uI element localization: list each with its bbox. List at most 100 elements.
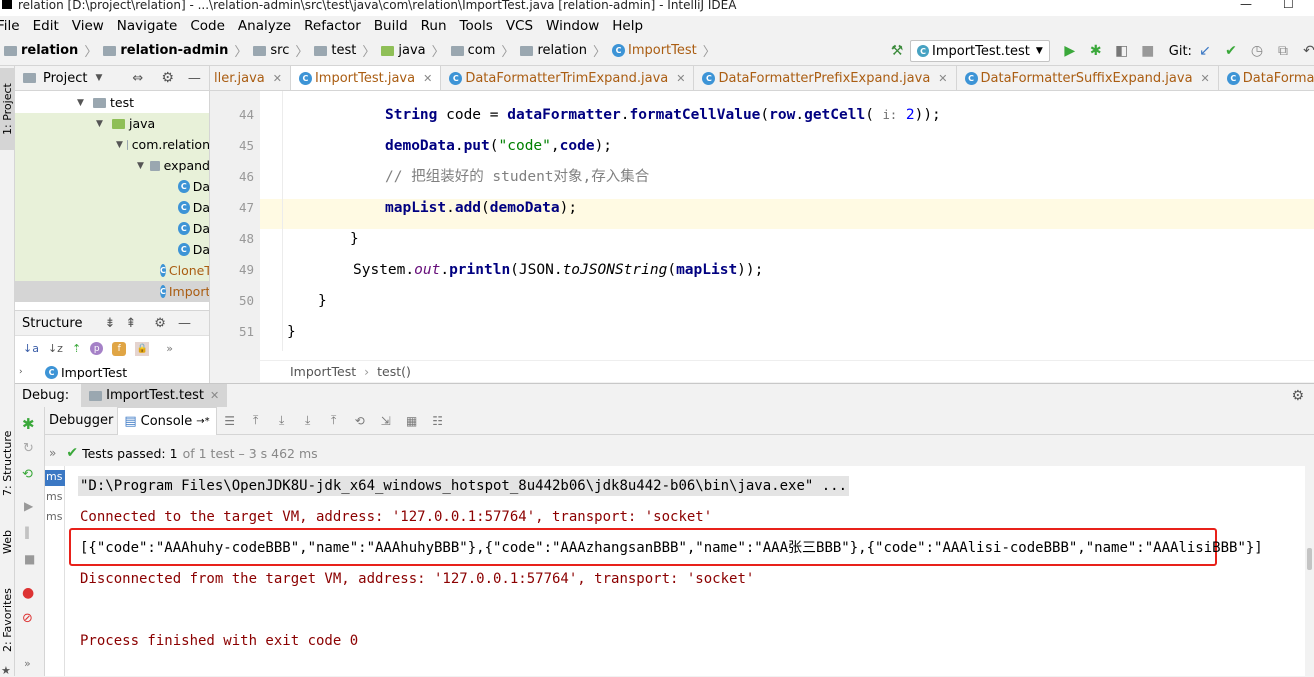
run-configuration-select[interactable]: C ImportTest.test ▼ — [910, 40, 1050, 62]
editor-breadcrumb-class[interactable]: ImportTest — [290, 364, 356, 379]
editor-breadcrumb-method[interactable]: test() — [377, 364, 411, 379]
tab-console[interactable]: ▤ Console →* — [117, 406, 217, 435]
tree-item-importtest[interactable]: CImportTest — [15, 281, 209, 302]
menu-icon[interactable]: ☰ — [222, 413, 238, 429]
git-commit-icon[interactable]: ✔ — [1223, 43, 1239, 59]
breadcrumb-relation-package[interactable]: relation 〉 — [520, 41, 606, 60]
expand-all-icon[interactable]: ⇟ — [104, 316, 115, 331]
hide-icon[interactable]: — — [178, 316, 191, 331]
tool-tab-structure[interactable]: 7: Structure — [0, 424, 15, 502]
menu-file[interactable]: File — [0, 16, 20, 36]
mute-breakpoints-icon[interactable]: ⊘ — [22, 611, 33, 626]
console-output[interactable]: "D:\Program Files\OpenJDK8U-jdk_x64_wind… — [65, 466, 1305, 676]
console-scrollbar[interactable] — [1305, 466, 1314, 676]
tree-item-java[interactable]: ▼ java — [15, 113, 209, 134]
git-update-icon[interactable]: ↙ — [1197, 43, 1213, 59]
properties-icon[interactable]: p — [90, 342, 104, 355]
collapse-icon[interactable]: ⇔ — [132, 71, 143, 86]
gear-icon[interactable]: ⚙ — [1291, 388, 1304, 404]
close-icon[interactable]: ✕ — [423, 72, 432, 85]
menu-edit[interactable]: Edit — [33, 16, 59, 36]
minimize-icon[interactable]: — — [1240, 0, 1252, 10]
menu-code[interactable]: Code — [190, 16, 225, 36]
git-history-icon[interactable]: ◷ — [1249, 43, 1265, 59]
gear-icon[interactable]: ⚙ — [154, 316, 166, 331]
fields-icon[interactable]: f — [112, 341, 127, 356]
coverage-icon[interactable]: ◧ — [1114, 43, 1130, 59]
resume-icon[interactable]: ▶ — [24, 499, 33, 513]
drop-frame-icon[interactable]: ⟲ — [352, 413, 368, 429]
tab-dataformatterprefixexpand[interactable]: C DataFormatterPrefixExpand.java ✕ — [694, 66, 957, 90]
sort-visibility-icon[interactable]: ↓z — [48, 342, 63, 355]
tree-item-class[interactable]: C Da — [15, 197, 209, 218]
breadcrumb-relation[interactable]: relation 〉 — [4, 41, 97, 60]
more-icon[interactable]: » — [24, 657, 31, 670]
menu-navigate[interactable]: Navigate — [117, 16, 178, 36]
tab-ller-java[interactable]: ller.java ✕ — [210, 66, 291, 90]
debug-session-tab[interactable]: ImportTest.test ✕ — [81, 383, 228, 408]
duration-label[interactable]: ms — [45, 510, 62, 523]
git-compare-icon[interactable]: ⧉ — [1275, 43, 1291, 59]
tab-dataformattersuffixexpand[interactable]: C DataFormatterSuffixExpand.java ✕ — [957, 66, 1219, 90]
close-icon[interactable]: ✕ — [938, 72, 947, 85]
toggle-auto-test-icon[interactable]: ⟲ — [22, 467, 33, 482]
stop-icon[interactable]: ■ — [24, 552, 35, 566]
step-out-icon[interactable]: ⤒ — [326, 413, 342, 429]
trace-icon[interactable]: ☷ — [430, 413, 446, 429]
gear-icon[interactable]: ⚙ — [161, 70, 174, 86]
step-into-icon[interactable]: ⤓ — [300, 413, 316, 429]
menu-tools[interactable]: Tools — [460, 16, 493, 36]
duration-label[interactable]: ms — [45, 470, 65, 486]
menu-vcs[interactable]: VCS — [506, 16, 533, 36]
chevron-down-icon[interactable]: ▼ — [95, 73, 102, 83]
scrollbar-thumb[interactable] — [1307, 548, 1312, 570]
evaluate-icon[interactable]: ▦ — [404, 413, 420, 429]
menu-view[interactable]: View — [72, 16, 104, 36]
breadcrumb-src[interactable]: src 〉 — [253, 41, 308, 60]
step-over-icon[interactable]: ⤓ — [274, 413, 290, 429]
breadcrumb-java[interactable]: java 〉 — [381, 41, 445, 60]
breadcrumb-test[interactable]: test 〉 — [314, 41, 375, 60]
tree-item-package[interactable]: ▼ com.relation — [15, 134, 209, 155]
menu-run[interactable]: Run — [421, 16, 447, 36]
tree-item-class[interactable]: C Da — [15, 218, 209, 239]
menu-help[interactable]: Help — [612, 16, 643, 36]
git-rollback-icon[interactable]: ↶ — [1301, 43, 1314, 59]
close-icon[interactable]: ✕ — [273, 72, 282, 85]
menu-analyze[interactable]: Analyze — [238, 16, 291, 36]
duration-label[interactable]: ms — [45, 490, 62, 503]
tree-item-test[interactable]: ▼ test — [77, 92, 134, 113]
tool-tab-project[interactable]: 1: Project — [0, 68, 15, 150]
sort-alpha-icon[interactable]: ↓a — [23, 342, 39, 355]
collapse-all-icon[interactable]: ⇞ — [125, 316, 136, 331]
hide-icon[interactable]: — — [188, 71, 201, 86]
tree-item-expand[interactable]: ▼ expand — [15, 155, 209, 176]
build-hammer-icon[interactable]: ⚒ — [889, 43, 905, 59]
breadcrumb-importtest[interactable]: C ImportTest 〉 — [612, 41, 716, 60]
rerun-debug-icon[interactable]: ✱ — [22, 415, 35, 433]
tool-tab-favorites[interactable]: 2: Favorites — [0, 581, 15, 659]
menu-window[interactable]: Window — [546, 16, 599, 36]
show-execution-point-icon[interactable]: ⤒ — [248, 413, 264, 429]
tree-item-class[interactable]: C Da — [15, 176, 209, 197]
tree-item-clonetest[interactable]: CCloneTest — [15, 260, 209, 281]
tab-debugger[interactable]: Debugger — [45, 407, 117, 435]
run-icon[interactable]: ▶ — [1062, 43, 1078, 59]
show-inherited-icon[interactable]: ⇡ — [72, 342, 81, 355]
tab-importtest-java[interactable]: C ImportTest.java ✕ — [290, 66, 442, 90]
lock-icon[interactable]: 🔒 — [135, 341, 150, 356]
breadcrumb-com[interactable]: com 〉 — [450, 41, 514, 60]
expand-icon[interactable]: » — [49, 446, 56, 460]
tool-tab-web[interactable]: Web — [0, 518, 15, 566]
view-breakpoints-icon[interactable]: ● — [22, 585, 34, 601]
stop-icon[interactable]: ■ — [1140, 43, 1156, 59]
tab-dataformatterfactory[interactable]: CDataFormatterFactory.java✕ — [1219, 66, 1314, 90]
project-panel-title[interactable]: Project — [43, 71, 87, 86]
debug-icon[interactable]: ✱ — [1088, 43, 1104, 59]
tree-item-class[interactable]: C Da — [15, 239, 209, 260]
structure-item[interactable]: › C ImportTest — [15, 361, 209, 383]
rerun-failed-icon[interactable]: ↻ — [23, 441, 34, 456]
close-icon[interactable]: ✕ — [1201, 72, 1210, 85]
run-to-cursor-icon[interactable]: ⇲ — [378, 413, 394, 429]
close-icon[interactable]: ✕ — [676, 72, 685, 85]
